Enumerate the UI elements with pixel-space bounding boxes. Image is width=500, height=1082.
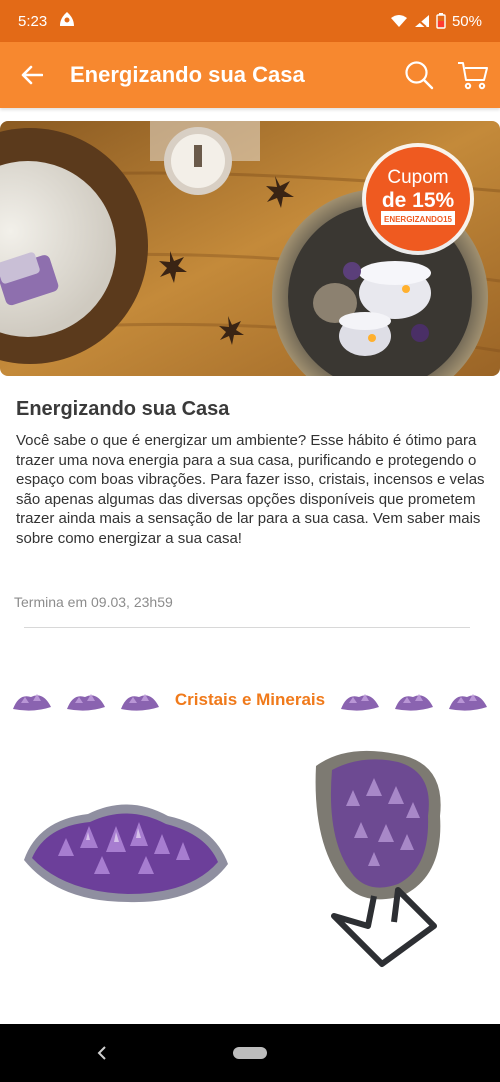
campaign-end-date: Termina em 09.03, 23h59 xyxy=(14,594,173,610)
cart-button[interactable] xyxy=(446,42,500,108)
arrow-left-icon xyxy=(21,65,43,85)
notification-icon xyxy=(57,10,77,32)
signal-icon xyxy=(414,15,429,28)
amethyst-icon xyxy=(341,694,380,711)
promo-banner[interactable]: Cupom de 15% ENERGIZANDO15 xyxy=(0,121,500,376)
coupon-line1: Cupom xyxy=(387,167,448,188)
amethyst-icon xyxy=(449,694,488,711)
page-title: Energizando sua Casa xyxy=(70,62,305,87)
product-card[interactable] xyxy=(18,786,234,914)
coupon-line2: de 15% xyxy=(382,189,455,212)
amethyst-icon xyxy=(120,694,159,711)
system-nav-bar xyxy=(0,1024,500,1082)
article-headline: Energizando sua Casa xyxy=(16,398,230,420)
amethyst-icon xyxy=(12,694,51,711)
status-time: 5:23 xyxy=(18,12,48,30)
search-button[interactable] xyxy=(392,42,446,108)
back-button[interactable] xyxy=(0,42,64,108)
banner-image: Cupom de 15% ENERGIZANDO15 xyxy=(0,121,500,376)
search-icon xyxy=(405,61,434,90)
status-bar: 5:23 50% xyxy=(0,0,500,42)
app-bar: Energizando sua Casa xyxy=(0,42,500,108)
article-content: Energizando sua Casa Você sabe o que é e… xyxy=(16,398,486,549)
battery-icon xyxy=(436,13,446,29)
nav-back-button[interactable] xyxy=(92,1038,112,1068)
amethyst-cluster-image xyxy=(24,804,228,903)
divider xyxy=(24,627,470,628)
amethyst-stand-image xyxy=(315,750,441,967)
wifi-icon xyxy=(390,15,407,27)
article-description: Você sabe o que é energizar um ambiente?… xyxy=(16,432,485,547)
section-header: Cristais e Minerais xyxy=(0,680,500,720)
cart-icon xyxy=(458,62,488,90)
amethyst-icon xyxy=(395,694,434,711)
battery-text: 50% xyxy=(451,12,482,30)
coupon-code: ENERGIZANDO15 xyxy=(384,215,453,224)
amethyst-icon xyxy=(66,694,105,711)
section-title: Cristais e Minerais xyxy=(174,690,326,709)
status-right: 50% xyxy=(390,13,482,30)
product-card[interactable] xyxy=(306,746,452,974)
home-gesture-pill[interactable] xyxy=(233,1047,267,1059)
chevron-left-icon xyxy=(97,1046,106,1060)
